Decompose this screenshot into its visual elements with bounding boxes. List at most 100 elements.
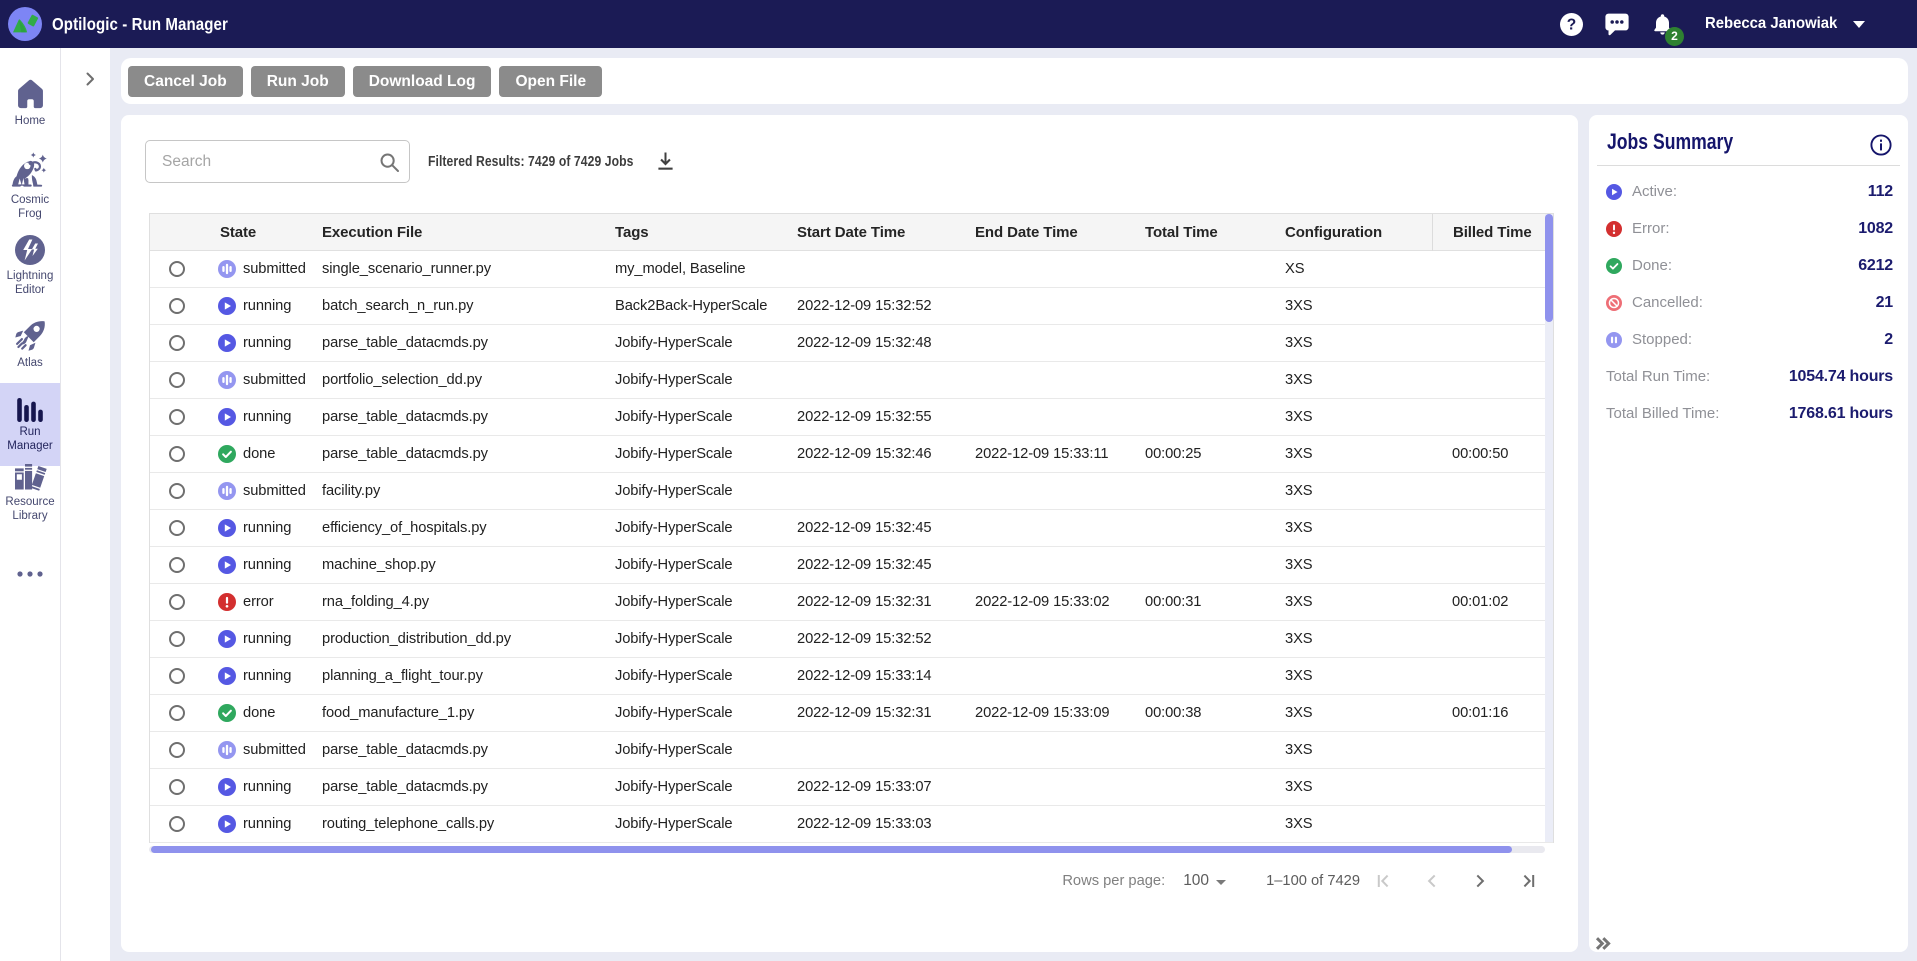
done-icon (218, 704, 236, 722)
execution-file-cell: batch_search_n_run.py (322, 298, 474, 314)
row-radio[interactable] (169, 779, 185, 795)
first-page-button[interactable] (1360, 863, 1408, 899)
row-radio[interactable] (169, 742, 185, 758)
sidebar-item-resource-library[interactable]: Resource Library (0, 464, 60, 523)
column-header-billed-time[interactable]: Billed Time (1432, 214, 1553, 251)
next-page-button[interactable] (1456, 863, 1504, 899)
row-select-cell (150, 298, 204, 314)
tags-cell: Jobify-HyperScale (615, 520, 733, 536)
run-job-button[interactable]: Run Job (250, 66, 345, 97)
state-label: done (243, 705, 276, 721)
row-select-cell (150, 446, 204, 462)
column-header-execution-file[interactable]: Execution File (322, 224, 615, 241)
execution-file-cell: parse_table_datacmds.py (322, 335, 488, 351)
column-header-tags[interactable]: Tags (615, 224, 797, 241)
configuration-cell: 3XS (1285, 779, 1313, 795)
row-radio[interactable] (169, 335, 185, 351)
row-radio[interactable] (169, 631, 185, 647)
column-header-end-date-time[interactable]: End Date Time (975, 224, 1145, 241)
configuration-cell: 3XS (1285, 668, 1313, 684)
table-header-row: State Execution File Tags Start Date Time En… (150, 214, 1553, 251)
search-input[interactable] (146, 141, 409, 182)
row-radio[interactable] (169, 557, 185, 573)
sidebar-item-atlas[interactable]: Atlas (0, 317, 60, 371)
sidebar-item-run-manager[interactable]: Run Manager (0, 383, 60, 466)
row-radio[interactable] (169, 298, 185, 314)
rows-per-page-value: 100 (1183, 872, 1210, 889)
row-radio[interactable] (169, 816, 185, 832)
tags-cell: Jobify-HyperScale (615, 335, 733, 351)
column-header-start-date-time[interactable]: Start Date Time (797, 224, 975, 241)
row-radio[interactable] (169, 409, 185, 425)
table-horizontal-scrollbar[interactable] (149, 846, 1545, 853)
sidebar-item-label: Lightning Editor (6, 270, 54, 296)
cancel-job-button[interactable]: Cancel Job (128, 66, 243, 97)
pagination-range: 1–100 of 7429 (1266, 873, 1360, 889)
user-menu[interactable]: Rebecca Janowiak (1705, 0, 1837, 48)
row-select-cell (150, 816, 204, 832)
download-log-button[interactable]: Download Log (352, 66, 492, 97)
sidebar-item-home[interactable]: Home (0, 78, 60, 129)
row-radio[interactable] (169, 668, 185, 684)
row-radio[interactable] (169, 372, 185, 388)
configuration-cell: 3XS (1285, 631, 1313, 647)
optilogic-logo-icon (8, 7, 42, 41)
summary-stat-value: 1082 (1858, 220, 1893, 237)
start-date-cell: 2022-12-09 15:33:14 (797, 668, 932, 684)
table-vertical-scrollbar[interactable] (1545, 214, 1553, 842)
state-label: running (243, 779, 292, 795)
row-select-cell (150, 668, 204, 684)
table-row: running parse_table_datacmds.py Jobify-Hyp… (150, 769, 1553, 806)
collapse-panel-icon[interactable] (1594, 935, 1611, 952)
search-box (145, 140, 410, 183)
download-results-icon[interactable] (655, 151, 676, 172)
sidebar-item-cosmic-frog[interactable]: Cosmic Frog (0, 149, 60, 221)
execution-file-cell: parse_table_datacmds.py (322, 409, 488, 425)
user-menu-caret-icon[interactable] (1853, 21, 1865, 28)
column-header-configuration[interactable]: Configuration (1285, 224, 1432, 241)
vertical-scroll-thumb[interactable] (1545, 214, 1553, 322)
row-radio[interactable] (169, 483, 185, 499)
state-label: submitted (243, 261, 306, 277)
tags-cell: my_model, Baseline (615, 261, 746, 277)
sidebar-item-more[interactable] (0, 571, 60, 577)
home-icon (0, 78, 60, 110)
summary-stat-value: 21 (1875, 294, 1894, 311)
previous-page-button[interactable] (1408, 863, 1456, 899)
summary-stat-label: Active: (1632, 183, 1678, 200)
state-label: running (243, 409, 292, 425)
chat-icon[interactable] (1602, 0, 1632, 48)
start-date-cell: 2022-12-09 15:33:07 (797, 779, 932, 795)
start-date-cell: 2022-12-09 15:32:45 (797, 520, 932, 536)
expand-panel-chevron-icon[interactable] (82, 71, 98, 87)
error-icon (218, 593, 236, 611)
execution-file-cell: machine_shop.py (322, 557, 436, 573)
table-body[interactable]: submitted single_scenario_runner.py my_mod… (150, 251, 1553, 843)
table-row: running machine_shop.py Jobify-HyperScale 2… (150, 547, 1553, 584)
summary-stat-label: Cancelled: (1632, 294, 1703, 311)
state-label: submitted (243, 742, 306, 758)
rows-per-page-select[interactable]: 100 (1183, 872, 1227, 890)
row-radio[interactable] (169, 705, 185, 721)
sidebar-item-label: Atlas (17, 357, 43, 369)
running-icon (218, 519, 236, 537)
configuration-cell: 3XS (1285, 594, 1313, 610)
summary-total-row: Total Billed Time: 1768.61 hours (1589, 402, 1908, 426)
configuration-cell: 3XS (1285, 298, 1313, 314)
column-header-total-time[interactable]: Total Time (1145, 224, 1285, 241)
table-row: submitted single_scenario_runner.py my_mod… (150, 251, 1553, 288)
column-header-state[interactable]: State (204, 224, 322, 241)
filtered-results-text: Filtered Results: 7429 of 7429 Jobs (428, 153, 634, 170)
row-radio[interactable] (169, 446, 185, 462)
info-icon[interactable] (1870, 134, 1892, 156)
last-page-button[interactable] (1504, 863, 1552, 899)
row-radio[interactable] (169, 520, 185, 536)
open-file-button[interactable]: Open File (499, 66, 603, 97)
horizontal-scroll-thumb[interactable] (151, 846, 1512, 853)
row-radio[interactable] (169, 261, 185, 277)
summary-stat-label: Stopped: (1632, 331, 1693, 348)
row-radio[interactable] (169, 594, 185, 610)
sidebar-item-lightning-editor[interactable]: Lightning Editor (0, 234, 60, 297)
help-icon[interactable]: ? (1557, 0, 1585, 48)
summary-total-row: Total Run Time: 1054.74 hours (1589, 365, 1908, 389)
